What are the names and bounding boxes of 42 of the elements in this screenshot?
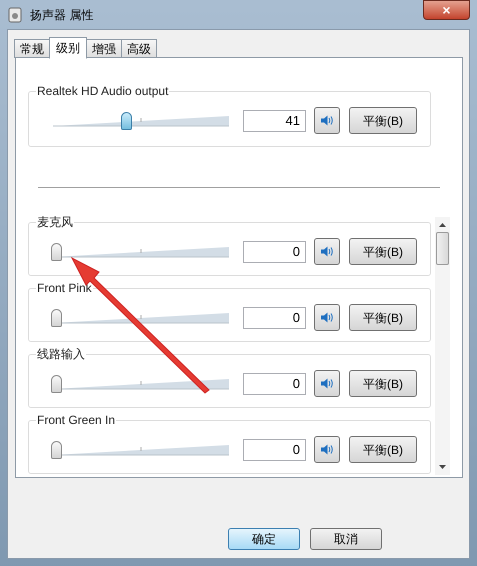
balance-button[interactable]: 平衡(B) — [349, 107, 417, 134]
window-title: 扬声器 属性 — [30, 7, 94, 24]
speaker-icon — [321, 246, 333, 257]
speaker-icon — [321, 378, 333, 389]
scrollbar[interactable] — [435, 217, 450, 475]
volume-field[interactable]: 0 — [243, 438, 306, 460]
speaker-icon — [321, 115, 333, 126]
balance-button[interactable]: 平衡(B) — [349, 304, 417, 331]
scroll-thumb[interactable] — [436, 232, 449, 265]
slider-thumb[interactable] — [51, 242, 62, 260]
tab[interactable]: 级别 — [49, 37, 87, 59]
scroll-up-icon[interactable] — [438, 222, 447, 228]
speaker-properties-icon — [8, 7, 22, 23]
dialog-button[interactable]: 取消 — [310, 528, 382, 550]
mute-button[interactable] — [314, 370, 340, 397]
scroll-down-icon[interactable] — [438, 464, 447, 470]
slider-thumb[interactable] — [51, 308, 62, 326]
volume-field[interactable]: 0 — [243, 240, 306, 262]
balance-button[interactable]: 平衡(B) — [349, 238, 417, 265]
volume-field[interactable]: 0 — [243, 306, 306, 328]
slider-thumb[interactable] — [51, 440, 62, 458]
volume-field[interactable]: 41 — [243, 110, 306, 132]
speaker-icon — [321, 312, 333, 323]
slider-thumb[interactable] — [120, 112, 132, 130]
tab[interactable]: 高级 — [121, 39, 157, 58]
mute-button[interactable] — [314, 436, 340, 463]
mute-button[interactable] — [314, 107, 340, 134]
volume-slider[interactable] — [51, 242, 231, 260]
device-name: 麦克风 — [36, 214, 74, 230]
balance-button[interactable]: 平衡(B) — [349, 436, 417, 463]
dialog-button[interactable]: 确定 — [228, 528, 300, 550]
mute-button[interactable] — [314, 238, 340, 265]
device-name: 线路输入 — [36, 346, 86, 362]
slider-thumb[interactable] — [51, 374, 62, 392]
balance-button[interactable]: 平衡(B) — [349, 370, 417, 397]
device-name: Realtek HD Audio output — [36, 83, 170, 99]
volume-field[interactable]: 0 — [243, 372, 306, 394]
mute-button[interactable] — [314, 304, 340, 331]
tab[interactable]: 常规 — [14, 39, 50, 58]
speaker-icon — [321, 444, 333, 455]
volume-slider[interactable] — [51, 440, 231, 458]
volume-slider[interactable] — [51, 112, 231, 130]
